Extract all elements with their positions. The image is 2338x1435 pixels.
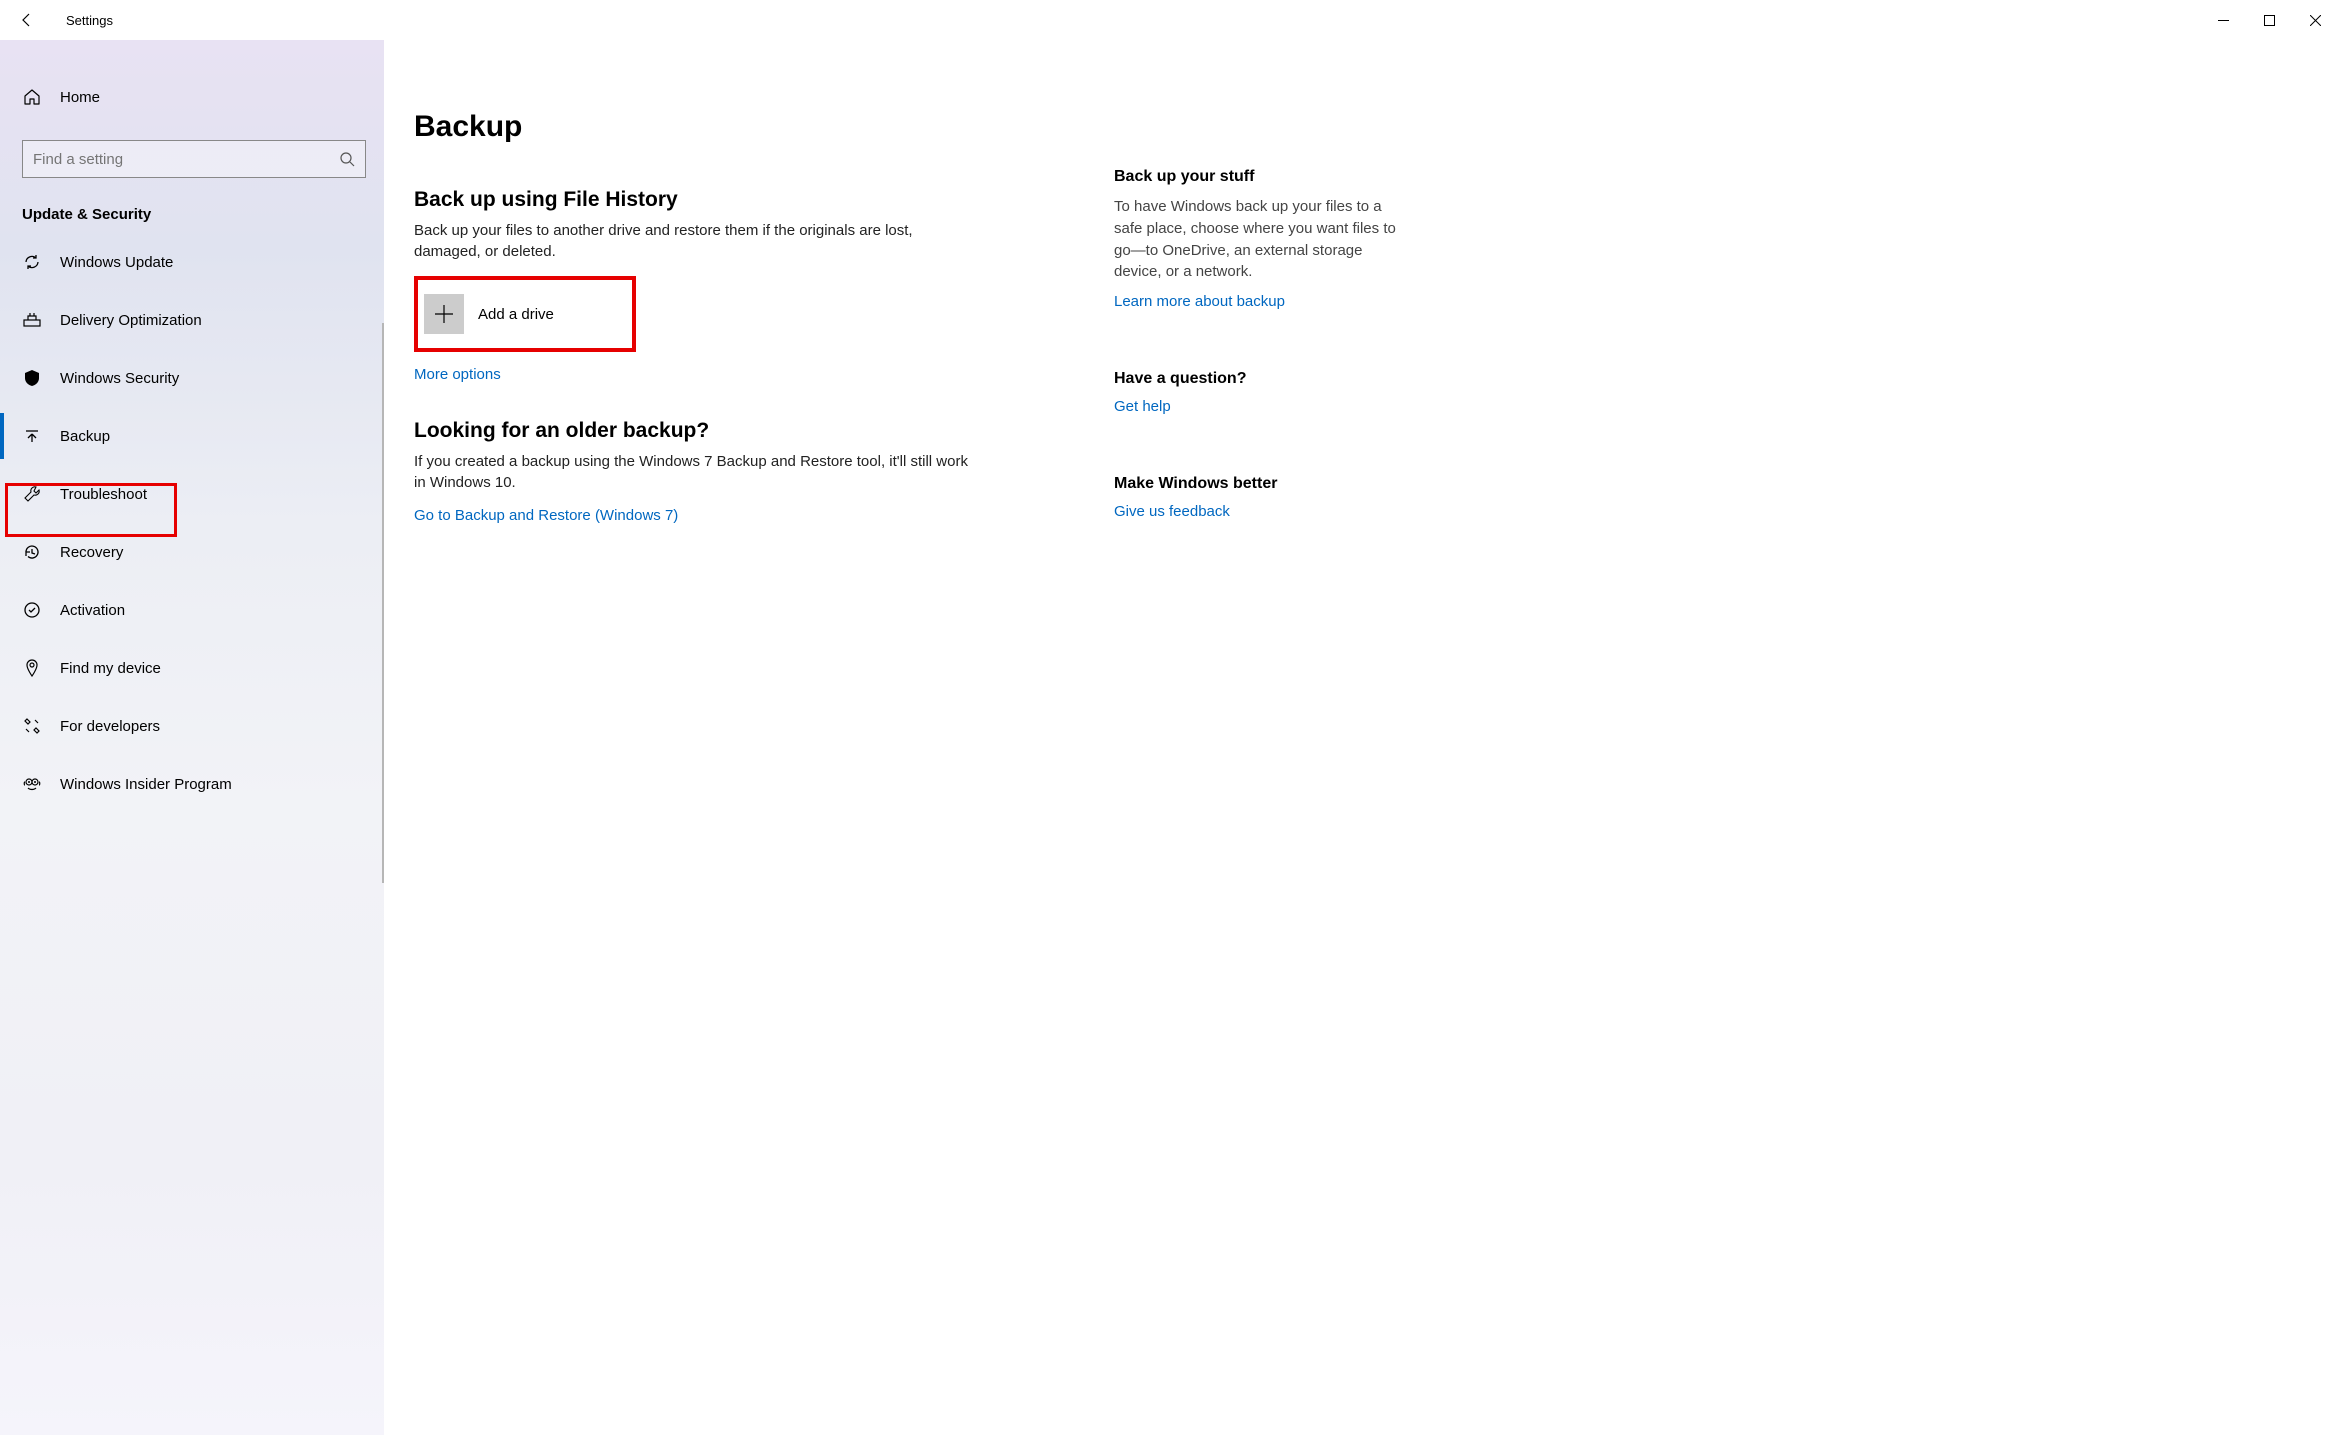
location-icon: [22, 658, 42, 678]
search-field[interactable]: [33, 151, 339, 168]
sidebar-item-find-my-device[interactable]: Find my device: [0, 639, 384, 697]
titlebar: Settings: [0, 0, 2338, 40]
section-description-older-backup: If you created a backup using the Window…: [414, 451, 974, 493]
sidebar: Home Update & Security Windows Update: [0, 40, 384, 1435]
add-drive-button[interactable]: Add a drive: [424, 294, 620, 334]
sidebar-item-label: Activation: [60, 602, 125, 619]
shield-icon: [22, 368, 42, 388]
sidebar-item-label: Recovery: [60, 544, 123, 561]
sidebar-item-label: Find my device: [60, 660, 161, 677]
page-title: Backup: [414, 110, 974, 144]
delivery-icon: [22, 310, 42, 330]
backup-icon: [22, 426, 42, 446]
search-icon: [339, 151, 355, 167]
sidebar-item-home[interactable]: Home: [0, 68, 384, 126]
sidebar-item-label: Windows Security: [60, 370, 179, 387]
aside-heading-backup: Back up your stuff: [1114, 168, 1414, 186]
sidebar-item-windows-security[interactable]: Windows Security: [0, 349, 384, 407]
history-icon: [22, 542, 42, 562]
maximize-button[interactable]: [2246, 4, 2292, 36]
sidebar-item-label: Home: [60, 89, 100, 106]
home-icon: [22, 87, 42, 107]
sidebar-item-windows-update[interactable]: Windows Update: [0, 233, 384, 291]
sidebar-item-for-developers[interactable]: For developers: [0, 697, 384, 755]
section-heading-older-backup: Looking for an older backup?: [414, 419, 974, 443]
aside-heading-feedback: Make Windows better: [1114, 475, 1414, 493]
section-description-file-history: Back up your files to another drive and …: [414, 220, 974, 262]
plus-icon: [424, 294, 464, 334]
search-input[interactable]: [22, 140, 366, 178]
get-help-link[interactable]: Get help: [1114, 398, 1171, 415]
sidebar-group-label: Update & Security: [0, 188, 384, 233]
goto-backup-restore-link[interactable]: Go to Backup and Restore (Windows 7): [414, 507, 678, 524]
tools-icon: [22, 716, 42, 736]
sidebar-item-label: Windows Update: [60, 254, 173, 271]
section-heading-file-history: Back up using File History: [414, 188, 974, 212]
sidebar-item-label: Delivery Optimization: [60, 312, 202, 329]
aside-text-backup: To have Windows back up your files to a …: [1114, 196, 1414, 283]
check-circle-icon: [22, 600, 42, 620]
add-drive-label: Add a drive: [478, 306, 554, 323]
annotation-highlight-sidebar: [5, 483, 177, 537]
insider-icon: [22, 774, 42, 794]
sidebar-item-label: For developers: [60, 718, 160, 735]
sidebar-item-activation[interactable]: Activation: [0, 581, 384, 639]
annotation-highlight-add-drive: Add a drive: [414, 276, 636, 352]
sidebar-item-label: Windows Insider Program: [60, 776, 232, 793]
window-title: Settings: [66, 13, 113, 28]
minimize-button[interactable]: [2200, 4, 2246, 36]
sync-icon: [22, 252, 42, 272]
aside-heading-question: Have a question?: [1114, 370, 1414, 388]
sidebar-item-windows-insider[interactable]: Windows Insider Program: [0, 755, 384, 813]
learn-more-link[interactable]: Learn more about backup: [1114, 293, 1285, 310]
sidebar-item-delivery-optimization[interactable]: Delivery Optimization: [0, 291, 384, 349]
close-button[interactable]: [2292, 4, 2338, 36]
sidebar-item-backup[interactable]: Backup: [0, 407, 384, 465]
more-options-link[interactable]: More options: [414, 366, 501, 383]
give-feedback-link[interactable]: Give us feedback: [1114, 503, 1230, 520]
sidebar-item-label: Backup: [60, 428, 110, 445]
back-button[interactable]: [18, 11, 36, 29]
